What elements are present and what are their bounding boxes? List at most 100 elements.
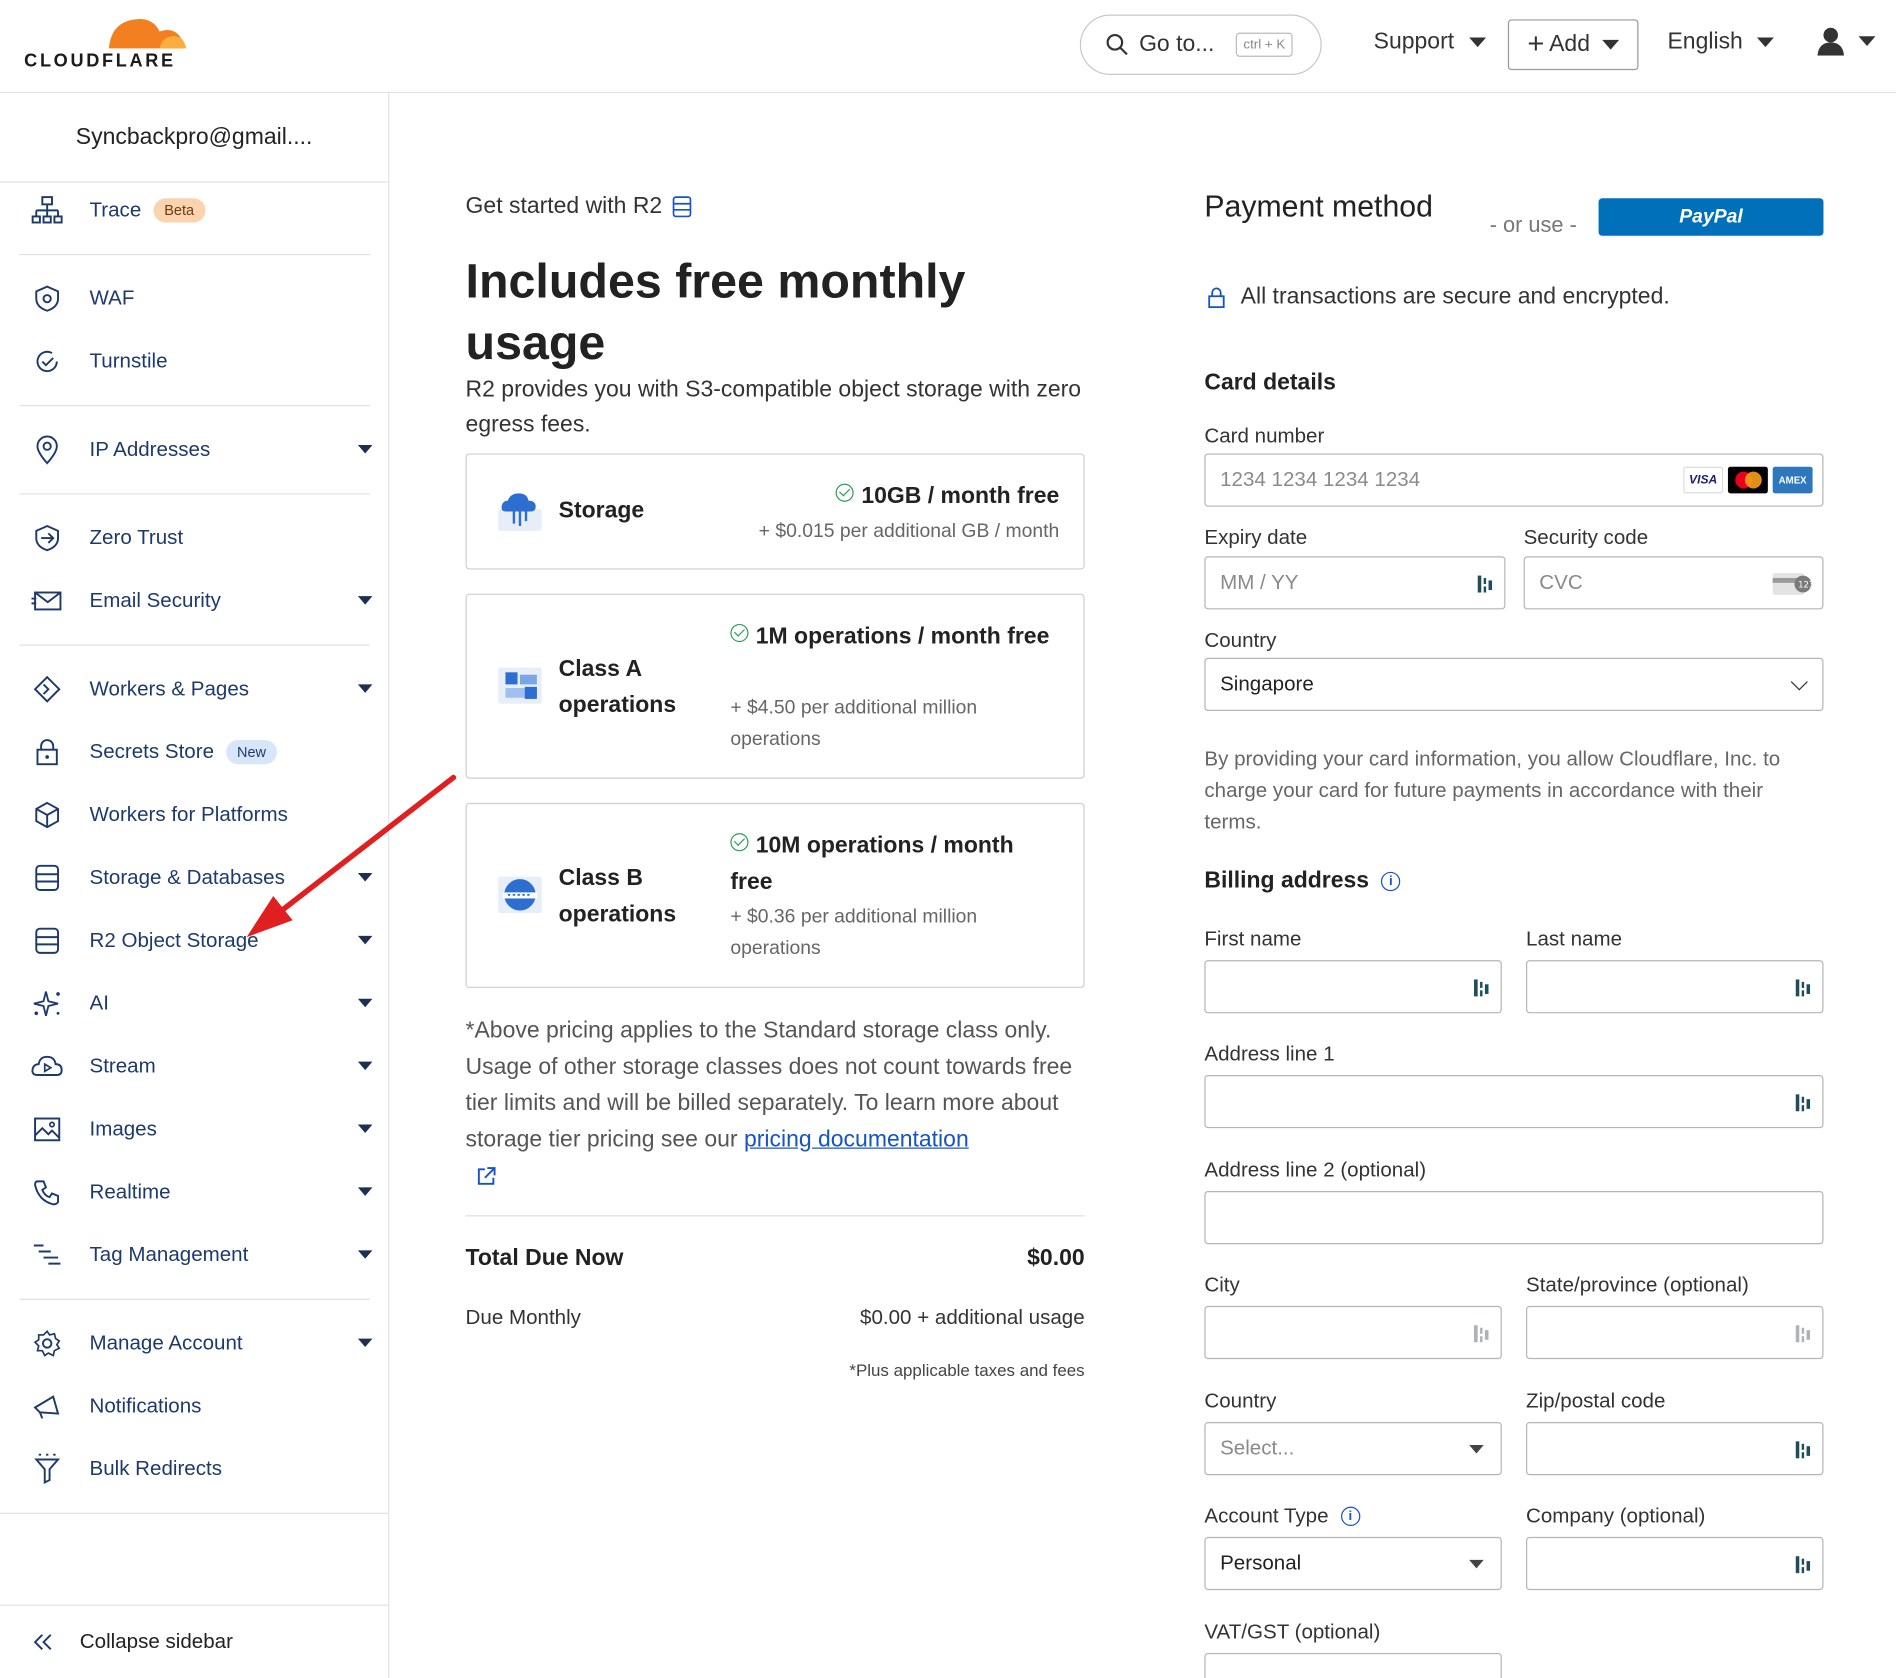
security-code-input[interactable]: CVC 123 — [1523, 556, 1824, 610]
sidebar-item-tag-management[interactable]: Tag Management — [29, 1231, 380, 1279]
annotation-arrow-icon — [246, 774, 457, 938]
sidebar-item-trace[interactable]: Trace Beta — [29, 186, 380, 234]
pricing-note: *Above pricing applies to the Standard s… — [466, 1013, 1089, 1187]
country-select[interactable]: Singapore — [1204, 657, 1824, 712]
sidebar-item-images[interactable]: Images — [29, 1105, 380, 1153]
password-manager-icon[interactable] — [1795, 1554, 1811, 1576]
pricing-documentation-link[interactable]: pricing documentation — [744, 1127, 969, 1152]
total-due-label: Total Due Now — [465, 1245, 624, 1271]
plan-name: Class A operations — [558, 656, 677, 719]
add-label: Add — [1549, 31, 1590, 57]
sidebar-item-label: Manage Account — [89, 1331, 243, 1355]
password-manager-icon[interactable] — [1474, 1323, 1489, 1345]
account-name[interactable]: Syncbackpro@gmail.... — [0, 93, 389, 183]
sidebar-item-manage-account[interactable]: Manage Account — [29, 1319, 380, 1367]
zip-input[interactable] — [1526, 1422, 1824, 1476]
sidebar-item-label: Realtime — [89, 1180, 171, 1204]
account-type-select[interactable]: Personal — [1204, 1536, 1502, 1591]
paypal-button[interactable]: PayPal — [1598, 198, 1824, 236]
sidebar-item-workers-pages[interactable]: Workers & Pages — [29, 665, 380, 713]
plan-card-class-a: Class A operations 1M operations / month… — [465, 593, 1085, 779]
r2-database-icon — [29, 923, 65, 959]
support-menu[interactable]: Support — [1374, 29, 1486, 56]
billing-country-placeholder: Select... — [1220, 1436, 1295, 1460]
chevron-down-icon[interactable] — [357, 1061, 373, 1071]
info-icon[interactable]: i — [1381, 871, 1401, 892]
chevron-down-icon — [1469, 1444, 1484, 1454]
billing-address-heading: Billing address i — [1204, 868, 1401, 895]
password-manager-icon[interactable] — [1477, 573, 1493, 595]
payment-method-title: Payment method — [1204, 189, 1433, 224]
plan-free-tier: 10GB / month free — [835, 479, 1059, 515]
hero-description: R2 provides you with S3-compatible objec… — [465, 377, 1082, 438]
sidebar-item-bulk-redirects[interactable]: Bulk Redirects — [29, 1445, 380, 1493]
language-menu[interactable]: English — [1667, 29, 1775, 56]
card-number-placeholder: 1234 1234 1234 1234 — [1220, 467, 1421, 491]
sidebar-divider — [0, 1512, 389, 1514]
chevron-down-icon[interactable] — [357, 684, 373, 693]
sidebar-item-label: Workers & Pages — [89, 677, 250, 701]
user-menu[interactable] — [1817, 27, 1876, 56]
card-number-label: Card number — [1204, 424, 1325, 448]
password-manager-icon[interactable] — [1795, 1439, 1811, 1461]
collapse-sidebar-button[interactable]: Collapse sidebar — [0, 1604, 389, 1678]
sidebar-item-realtime[interactable]: Realtime — [29, 1168, 380, 1216]
cloudflare-logo[interactable]: CLOUDFLARE — [24, 15, 193, 75]
workers-icon — [29, 671, 65, 707]
plan-card-storage: Storage 10GB / month free + $0.015 per a… — [465, 453, 1085, 570]
megaphone-icon — [29, 1388, 65, 1424]
add-button[interactable]: + Add — [1507, 19, 1639, 71]
image-icon — [29, 1111, 65, 1147]
class-a-operations-icon — [498, 667, 542, 704]
chevron-down-icon[interactable] — [357, 1187, 373, 1196]
sidebar-item-email-security[interactable]: Email Security — [29, 577, 380, 625]
sidebar-item-ip-addresses[interactable]: IP Addresses — [29, 426, 380, 474]
password-manager-icon[interactable] — [1795, 977, 1811, 999]
password-manager-icon[interactable] — [1474, 977, 1489, 999]
sidebar-item-zero-trust[interactable]: Zero Trust — [29, 514, 380, 562]
svg-text:123: 123 — [1798, 580, 1813, 590]
chevron-down-icon[interactable] — [357, 1338, 373, 1348]
chevron-down-icon[interactable] — [357, 1124, 373, 1134]
sidebar-item-label: AI — [89, 991, 109, 1015]
due-monthly-value: $0.00 + additional usage — [860, 1305, 1085, 1329]
expiry-label: Expiry date — [1204, 526, 1308, 549]
trace-icon — [29, 192, 65, 228]
plan-extra-cost: + $0.36 per additional million operation… — [730, 906, 978, 959]
address-line-2-input[interactable] — [1204, 1191, 1824, 1245]
last-name-input[interactable] — [1526, 960, 1824, 1014]
sidebar-item-label: IP Addresses — [89, 437, 211, 461]
chevron-down-icon[interactable] — [357, 998, 373, 1008]
billing-country-select[interactable]: Select... — [1204, 1422, 1502, 1476]
security-code-placeholder: CVC — [1539, 570, 1583, 594]
city-input[interactable] — [1204, 1305, 1502, 1360]
external-link-icon[interactable] — [475, 1166, 1088, 1188]
address-line-2-label: Address line 2 (optional) — [1204, 1158, 1427, 1182]
chevron-down-icon[interactable] — [357, 596, 373, 605]
account-type-value: Personal — [1220, 1551, 1302, 1575]
state-label: State/province (optional) — [1526, 1273, 1749, 1297]
sidebar-item-label: Bulk Redirects — [89, 1457, 223, 1481]
address-line-1-input[interactable] — [1204, 1074, 1824, 1129]
sidebar-item-ai[interactable]: AI — [29, 979, 380, 1027]
password-manager-icon[interactable] — [1795, 1323, 1811, 1345]
info-icon[interactable]: i — [1340, 1506, 1360, 1527]
sidebar-item-stream[interactable]: Stream — [29, 1042, 380, 1090]
sidebar-item-label: Tag Management — [89, 1243, 249, 1267]
sidebar-item-notifications[interactable]: Notifications — [29, 1382, 380, 1430]
company-input[interactable] — [1526, 1536, 1824, 1591]
sidebar-item-label: WAF — [89, 286, 135, 310]
phone-icon — [29, 1174, 65, 1210]
expiry-input[interactable]: MM / YY — [1204, 556, 1506, 610]
cloud-logo-icon — [108, 19, 187, 49]
first-name-input[interactable] — [1204, 960, 1502, 1014]
password-manager-icon[interactable] — [1795, 1092, 1811, 1114]
sidebar-item-waf[interactable]: WAF — [29, 274, 380, 322]
card-number-input[interactable]: 1234 1234 1234 1234 VISA AMEX — [1204, 453, 1824, 507]
state-input[interactable] — [1526, 1305, 1824, 1360]
chevron-down-icon[interactable] — [357, 1250, 373, 1259]
sidebar-item-turnstile[interactable]: Turnstile — [29, 337, 380, 385]
vat-input[interactable] — [1204, 1652, 1502, 1678]
chevron-down-icon[interactable] — [357, 444, 373, 454]
goto-search[interactable]: Go to... ctrl + K — [1079, 14, 1322, 75]
